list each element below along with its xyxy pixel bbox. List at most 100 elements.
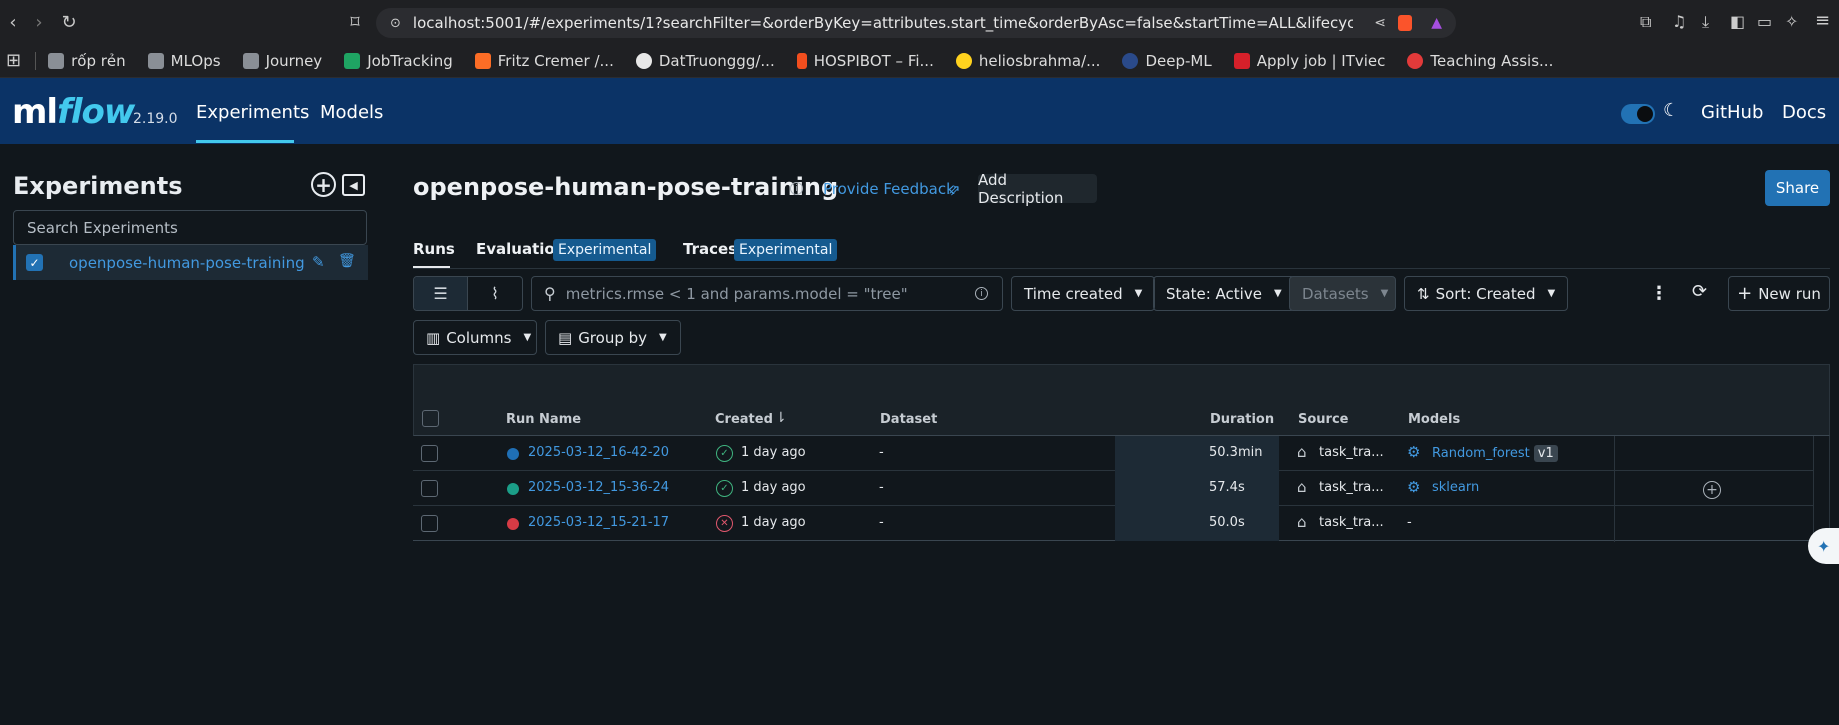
tab-runs[interactable]: Runs <box>413 240 455 258</box>
bookmark-item[interactable]: heliosbrahma/... <box>955 52 1100 70</box>
add-column-icon[interactable]: + <box>1703 481 1721 499</box>
run-name-link[interactable]: 2025-03-12_15-36-24 <box>528 480 669 495</box>
search-runs-placeholder: metrics.rmse < 1 and params.model = "tre… <box>565 284 908 303</box>
docs-link[interactable]: Docs <box>1782 102 1826 123</box>
header-models[interactable]: Models <box>1408 412 1460 427</box>
sidebar-item-experiment[interactable]: ✓ openpose-human-pose-training ✎ 🗑 <box>13 245 368 280</box>
select-all-checkbox[interactable] <box>422 410 439 427</box>
edit-icon[interactable]: ✎ <box>312 253 325 271</box>
leo-ai-icon[interactable]: ✧ <box>1785 12 1798 31</box>
media-icon[interactable]: ♫ <box>1672 12 1686 31</box>
search-runs-input[interactable]: ⚲ metrics.rmse < 1 and params.model = "t… <box>531 276 1003 311</box>
refresh-icon[interactable]: ⟳ <box>1692 281 1707 302</box>
theme-toggle[interactable] <box>1621 104 1655 124</box>
table-header: Run Name Created ⇂ Dataset Duration Sour… <box>413 402 1830 436</box>
bookmark-item[interactable]: DatTruonggg/... <box>635 52 775 70</box>
table-row[interactable]: 2025-03-12_15-36-24 ✓ 1 day ago - 57.4s … <box>413 471 1814 506</box>
run-color-dot[interactable] <box>507 448 519 460</box>
sidebar-item-label[interactable]: openpose-human-pose-training <box>69 254 305 272</box>
share-page-icon[interactable]: ⋖ <box>1374 15 1386 31</box>
sidebar-toggle-icon[interactable]: ◧ <box>1730 12 1745 31</box>
group-by-button[interactable]: ▤ Group by ▼ <box>545 320 681 355</box>
row-checkbox[interactable] <box>421 445 438 462</box>
external-link-icon[interactable]: ⇗ <box>948 181 961 199</box>
bookmark-item[interactable]: Teaching Assis... <box>1407 52 1553 70</box>
source-cell[interactable]: task_tra... <box>1319 480 1384 495</box>
model-link[interactable]: sklearn <box>1432 480 1479 495</box>
wallet-icon[interactable]: ▭ <box>1757 12 1772 31</box>
create-experiment-icon[interactable]: + <box>311 172 336 197</box>
bookmark-item[interactable]: Deep-ML <box>1122 52 1212 70</box>
row-checkbox[interactable] <box>421 515 438 532</box>
tab-traces[interactable]: Traces <box>683 240 737 258</box>
run-color-dot[interactable] <box>507 518 519 530</box>
model-cell[interactable]: sklearn <box>1432 480 1479 495</box>
run-name-link[interactable]: 2025-03-12_16-42-20 <box>528 445 669 460</box>
brave-shield-icon[interactable] <box>1398 15 1412 31</box>
download-icon[interactable]: ⤓ <box>1702 12 1709 32</box>
source-home-icon: ⌂ <box>1297 478 1307 496</box>
reload-icon[interactable]: ↻ <box>56 9 82 35</box>
forward-icon[interactable]: › <box>26 9 52 35</box>
columns-button[interactable]: ▥ Columns ▼ <box>413 320 537 355</box>
time-created-dropdown[interactable]: Time created ▼ <box>1011 276 1156 311</box>
new-run-button[interactable]: + New run <box>1728 276 1830 311</box>
tab-experiments[interactable]: Experiments <box>196 102 309 123</box>
tab-models[interactable]: Models <box>320 102 383 123</box>
tab-evaluation[interactable]: Evaluation <box>476 240 565 258</box>
github-link[interactable]: GitHub <box>1701 102 1763 123</box>
chart-view-icon[interactable]: ⌇ <box>468 277 522 310</box>
sort-dropdown[interactable]: ⇅ Sort: Created ▼ <box>1404 276 1569 311</box>
source-cell[interactable]: task_tra... <box>1319 445 1384 460</box>
share-button[interactable]: Share <box>1765 170 1830 206</box>
back-icon[interactable]: ‹ <box>0 9 26 35</box>
bookmark-item[interactable]: JobTracking <box>344 52 453 70</box>
bookmark-item[interactable]: Journey <box>242 52 322 70</box>
more-options-icon[interactable]: ⋮ <box>1650 283 1668 304</box>
source-cell[interactable]: task_tra... <box>1319 515 1384 530</box>
bookmark-item[interactable]: MLOps <box>147 52 221 70</box>
bookmark-item[interactable]: Fritz Cremer /... <box>474 52 614 70</box>
header-dataset[interactable]: Dataset <box>880 412 937 427</box>
bookmark-item[interactable]: HOSPIBOT – Fi... <box>796 52 934 70</box>
menu-icon[interactable]: ≡ <box>1815 10 1830 31</box>
state-dropdown[interactable]: State: Active ▼ <box>1153 276 1295 311</box>
itviec-icon <box>1233 52 1250 69</box>
bookmark-item[interactable]: rốp rẻn <box>48 52 126 70</box>
search-info-icon[interactable]: i <box>975 287 988 300</box>
header-created[interactable]: Created <box>715 412 773 427</box>
search-experiments-input[interactable]: Search Experiments <box>13 210 367 245</box>
provide-feedback-link[interactable]: Provide Feedback <box>823 180 955 198</box>
trash-icon[interactable]: 🗑 <box>338 253 356 269</box>
row-checkbox[interactable] <box>421 480 438 497</box>
add-description-button[interactable]: Add Description <box>978 171 1097 207</box>
brave-rewards-icon[interactable]: ▲ <box>1431 15 1442 31</box>
site-info-icon[interactable]: ⊙ <box>390 16 401 31</box>
extensions-icon[interactable]: ⧉ <box>1640 12 1651 32</box>
apps-grid-icon[interactable]: ⊞ <box>6 50 21 71</box>
list-view-icon[interactable]: ☰ <box>414 277 469 310</box>
table-row[interactable]: 2025-03-12_16-42-20 ✓ 1 day ago - 50.3mi… <box>413 436 1814 471</box>
table-row[interactable]: 2025-03-12_15-21-17 ✕ 1 day ago - 50.0s … <box>413 506 1814 541</box>
model-version-badge[interactable]: v1 <box>1533 445 1558 462</box>
header-duration[interactable]: Duration <box>1210 412 1274 427</box>
bookmark-item[interactable]: Apply job | ITviec <box>1233 52 1385 70</box>
experiment-checkbox[interactable]: ✓ <box>26 254 43 271</box>
address-bar[interactable]: ⊙ localhost:5001/#/experiments/1?searchF… <box>376 8 1456 38</box>
header-run-name[interactable]: Run Name <box>506 412 581 427</box>
model-link[interactable]: Random_forest <box>1432 446 1530 461</box>
mlflow-logo[interactable]: mlflow <box>12 92 135 132</box>
model-cell: - <box>1407 515 1412 530</box>
run-name-link[interactable]: 2025-03-12_15-21-17 <box>528 515 669 530</box>
header-source[interactable]: Source <box>1298 412 1348 427</box>
created-cell-bg <box>1115 471 1279 506</box>
info-icon[interactable]: i <box>790 182 803 195</box>
assistant-icon[interactable]: ✦ <box>1808 528 1839 564</box>
datasets-dropdown[interactable]: Datasets ▼ <box>1289 276 1396 311</box>
run-color-dot[interactable] <box>507 483 519 495</box>
bookmark-icon[interactable]: ⌑ <box>342 9 368 35</box>
model-cell[interactable]: Random_forest v1 <box>1432 445 1558 462</box>
collapse-sidebar-icon[interactable]: ◀ <box>342 174 365 196</box>
created-cell: 1 day ago <box>741 515 806 530</box>
sort-desc-icon[interactable]: ⇂ <box>775 410 787 426</box>
